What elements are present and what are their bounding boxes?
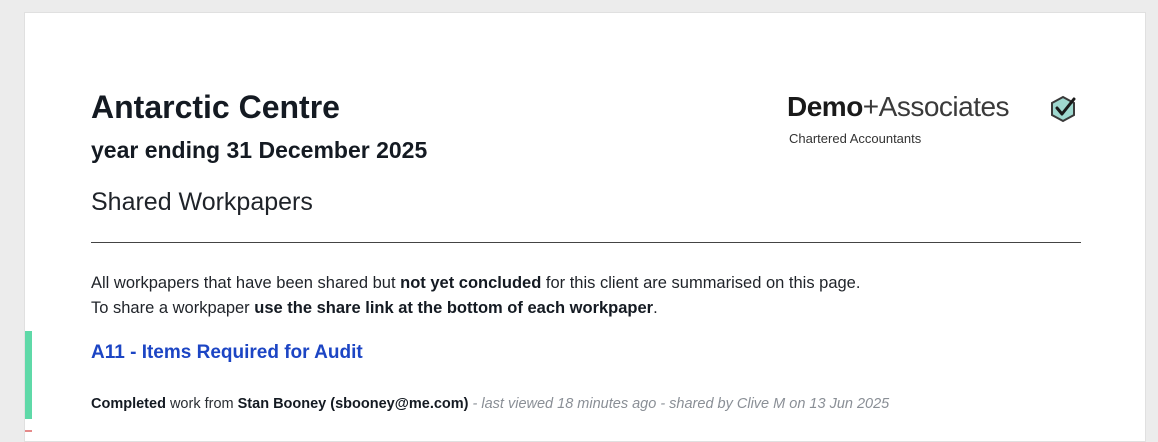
intro-text: All workpapers that have been shared but… bbox=[91, 271, 860, 321]
workpaper-link[interactable]: A11 - Items Required for Audit bbox=[91, 342, 363, 364]
period-label: year ending 31 December 2025 bbox=[91, 137, 428, 163]
intro-line-2-c: . bbox=[653, 299, 658, 317]
section-title: Shared Workpapers bbox=[91, 188, 313, 216]
workpaper-from-user: Stan Booney (sbooney@me.com) bbox=[237, 396, 469, 412]
check-badge-icon bbox=[1049, 95, 1077, 123]
next-item-accent bbox=[25, 430, 32, 432]
intro-line-2-emphasis: use the share link at the bottom of each… bbox=[254, 299, 654, 317]
workpaper-status: Completed bbox=[91, 396, 166, 412]
workpapers-page: Antarctic Centre year ending 31 December… bbox=[24, 12, 1146, 442]
intro-line-1-a: All workpapers that have been shared but bbox=[91, 274, 401, 292]
logo-wordmark: Demo+Associates bbox=[787, 91, 1010, 123]
firm-logo: Demo+Associates Chartered Accountants bbox=[787, 91, 1087, 151]
workpaper-details: - last viewed 18 minutes ago - shared by… bbox=[468, 396, 890, 412]
logo-subtitle: Chartered Accountants bbox=[789, 131, 922, 146]
intro-line-1-c: for this client are summarised on this p… bbox=[541, 274, 861, 292]
client-name: Antarctic Centre bbox=[91, 89, 340, 125]
intro-line-2-a: To share a workpaper bbox=[91, 299, 255, 317]
intro-line-1-emphasis: not yet concluded bbox=[400, 274, 542, 292]
logo-brand-bold: Demo bbox=[787, 91, 863, 122]
workpaper-from-label: work from bbox=[165, 396, 238, 412]
logo-brand-light: +Associates bbox=[862, 91, 1010, 122]
header-divider bbox=[91, 242, 1081, 243]
workpaper-meta: Completed work from Stan Booney (sbooney… bbox=[91, 396, 889, 412]
intro-line-2: To share a workpaper use the share link … bbox=[91, 296, 860, 321]
status-accent-bar bbox=[25, 331, 32, 419]
intro-line-1: All workpapers that have been shared but… bbox=[91, 271, 860, 296]
